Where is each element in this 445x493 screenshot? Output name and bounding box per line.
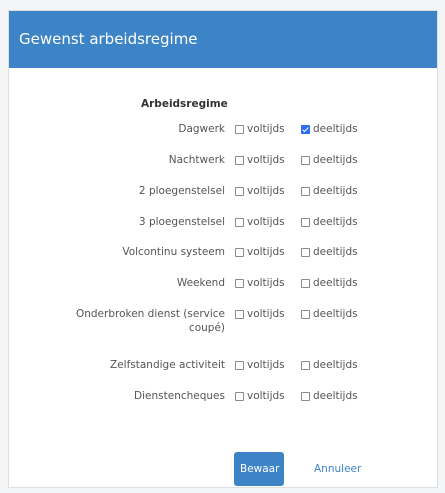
cancel-link[interactable]: Annuleer (314, 463, 361, 475)
regime-row-label: 2 ploegenstelsel (138, 185, 225, 197)
checkbox-label: deeltijds (313, 277, 358, 289)
checkbox-label: deeltijds (313, 185, 358, 197)
save-button[interactable]: Bewaar (234, 452, 284, 486)
checkbox-label: voltijds (247, 246, 285, 258)
deeltijds-option[interactable]: deeltijds (301, 276, 358, 290)
checkbox[interactable] (235, 155, 244, 165)
regime-row-label: Nachtwerk (168, 154, 225, 166)
checkbox[interactable] (301, 278, 310, 288)
checkbox-label: deeltijds (313, 359, 358, 371)
checkbox-label: voltijds (247, 308, 285, 320)
checkbox[interactable] (301, 360, 310, 370)
voltijds-option[interactable]: voltijds (235, 358, 285, 372)
checkbox[interactable] (235, 124, 244, 134)
regime-row-label: Dagwerk (178, 123, 225, 135)
checkbox-label: deeltijds (313, 246, 358, 258)
checkbox[interactable] (235, 391, 244, 401)
voltijds-option[interactable]: voltijds (235, 184, 285, 198)
checkbox[interactable] (235, 278, 244, 288)
checkbox-label: deeltijds (313, 390, 358, 402)
checkbox-label: voltijds (247, 390, 285, 402)
voltijds-option[interactable]: voltijds (235, 215, 285, 229)
checkbox[interactable] (301, 155, 310, 165)
checkbox-label: deeltijds (313, 308, 358, 320)
checkbox-label: voltijds (247, 359, 285, 371)
checkbox[interactable] (235, 360, 244, 370)
deeltijds-option[interactable]: deeltijds (301, 215, 358, 229)
regime-row-label: 3 ploegenstelsel (138, 216, 225, 228)
voltijds-option[interactable]: voltijds (235, 153, 285, 167)
checkbox[interactable] (301, 391, 310, 401)
checkbox[interactable] (301, 217, 310, 227)
checkbox[interactable] (301, 309, 310, 319)
checkbox[interactable] (235, 186, 244, 196)
regime-panel: Gewenst arbeidsregime Arbeidsregime Dagw… (8, 10, 438, 488)
checkbox-label: deeltijds (313, 123, 358, 135)
checkbox[interactable] (301, 124, 310, 134)
checkbox-label: voltijds (247, 277, 285, 289)
deeltijds-option[interactable]: deeltijds (301, 184, 358, 198)
panel-title: Gewenst arbeidsregime (9, 11, 437, 68)
checkbox-label: voltijds (247, 123, 285, 135)
deeltijds-option[interactable]: deeltijds (301, 245, 358, 259)
checkbox[interactable] (235, 309, 244, 319)
regime-row-label: Volcontinu systeem (122, 246, 225, 258)
deeltijds-option[interactable]: deeltijds (301, 358, 358, 372)
deeltijds-option[interactable]: deeltijds (301, 307, 358, 321)
checkbox[interactable] (235, 247, 244, 257)
checkbox[interactable] (301, 186, 310, 196)
voltijds-option[interactable]: voltijds (235, 389, 285, 403)
deeltijds-option[interactable]: deeltijds (301, 389, 358, 403)
regime-row-label: Weekend (176, 277, 225, 289)
checkbox-label: voltijds (247, 185, 285, 197)
checkbox-label: voltijds (247, 216, 285, 228)
voltijds-option[interactable]: voltijds (235, 307, 285, 321)
voltijds-option[interactable]: voltijds (235, 122, 285, 136)
regime-row-label: Dienstencheques (134, 390, 225, 402)
deeltijds-option[interactable]: deeltijds (301, 122, 358, 136)
checkbox[interactable] (301, 247, 310, 257)
voltijds-option[interactable]: voltijds (235, 276, 285, 290)
deeltijds-option[interactable]: deeltijds (301, 153, 358, 167)
checkbox-label: voltijds (247, 154, 285, 166)
regime-row-label: Zelfstandige activiteit (110, 359, 225, 371)
checkbox-label: deeltijds (313, 154, 358, 166)
voltijds-option[interactable]: voltijds (235, 245, 285, 259)
section-title: Arbeidsregime (141, 98, 228, 110)
checkbox-label: deeltijds (313, 216, 358, 228)
checkbox[interactable] (235, 217, 244, 227)
regime-row-label: Onderbroken dienst (service coupé) (75, 308, 225, 334)
